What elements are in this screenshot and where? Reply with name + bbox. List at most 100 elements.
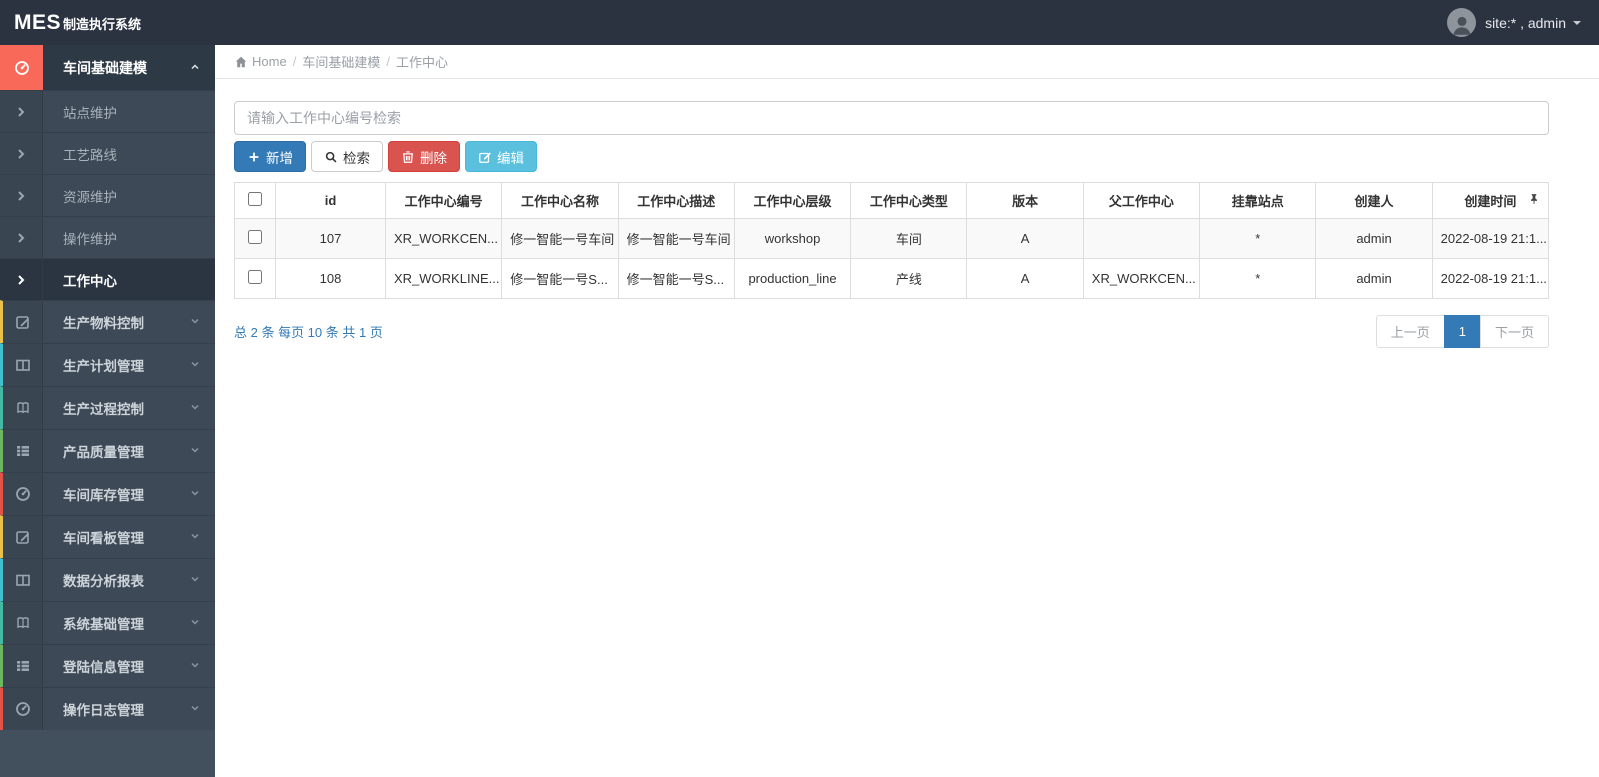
cell-parent: XR_WORKCEN...: [1082, 258, 1201, 299]
cell-name: 修一智能一号车间: [501, 218, 619, 259]
avatar: [1447, 8, 1477, 37]
cell-type: 车间: [850, 218, 968, 259]
sidebar-item-resource-maintenance[interactable]: 资源维护: [0, 174, 215, 216]
sidebar-section-kanban-management[interactable]: 车间看板管理: [0, 515, 215, 558]
chevron-down-icon: [189, 487, 201, 502]
column-header-creator[interactable]: 创建人: [1315, 182, 1433, 219]
sidebar-section-workshop-modeling[interactable]: 车间基础建模: [0, 45, 215, 90]
row-checkbox[interactable]: [248, 270, 262, 284]
cell-id: 107: [275, 218, 386, 259]
chevron-right-icon: [0, 217, 43, 258]
search-input[interactable]: [234, 101, 1549, 135]
chevron-down-icon: [189, 530, 201, 545]
sidebar-section-system-management[interactable]: 系统基础管理: [0, 601, 215, 644]
cell-parent: [1082, 218, 1201, 259]
chevron-right-icon: [0, 133, 43, 174]
add-button[interactable]: 新增: [234, 141, 306, 172]
table-row[interactable]: 108 XR_WORKLINE... 修一智能一号S... 修一智能一号S...…: [234, 258, 1550, 299]
sidebar-section-data-analysis[interactable]: 数据分析报表: [0, 558, 215, 601]
pagination: 上一页 1 下一页: [1375, 315, 1549, 348]
chevron-right-icon: [0, 175, 43, 216]
next-page-button[interactable]: 下一页: [1479, 315, 1549, 348]
sidebar-item-process-route[interactable]: 工艺路线: [0, 132, 215, 174]
sidebar-section-label: 车间基础建模: [63, 59, 147, 76]
sidebar-item-operation-maintenance[interactable]: 操作维护: [0, 216, 215, 258]
chevron-down-icon: [189, 702, 201, 717]
main-content: Home / 车间基础建模 / 工作中心 新增 检索 删除 编辑 id: [215, 45, 1599, 777]
column-header-level[interactable]: 工作中心层级: [733, 182, 852, 219]
delete-button[interactable]: 删除: [388, 141, 460, 172]
edit-button[interactable]: 编辑: [465, 141, 537, 172]
column-header-description[interactable]: 工作中心描述: [617, 182, 735, 219]
column-header-code[interactable]: 工作中心编号: [384, 182, 503, 219]
breadcrumb-separator: /: [386, 54, 390, 69]
breadcrumb-home[interactable]: Home: [252, 54, 287, 69]
sidebar-item-label: 工艺路线: [63, 147, 117, 163]
sidebar-item-work-center[interactable]: 工作中心: [0, 258, 215, 300]
logo-secondary: 制造执行系统: [63, 16, 142, 32]
book-icon: [3, 387, 43, 429]
column-header-version[interactable]: 版本: [966, 182, 1084, 219]
sidebar-section-inventory-management[interactable]: 车间库存管理: [0, 472, 215, 515]
chevron-down-icon: [189, 616, 201, 631]
column-header-name[interactable]: 工作中心名称: [501, 182, 619, 219]
app-logo: MES 制造执行系统: [14, 11, 141, 35]
cell-code: XR_WORKCEN...: [384, 218, 503, 259]
cell-code: XR_WORKLINE...: [384, 258, 503, 299]
pencil-square-icon: [3, 301, 43, 343]
breadcrumb: Home / 车间基础建模 / 工作中心: [215, 45, 1599, 79]
trash-icon: [401, 150, 415, 164]
top-navbar: MES 制造执行系统 site:* , admin: [0, 0, 1599, 45]
sidebar-section-label: 操作日志管理: [63, 703, 144, 718]
column-header-parent[interactable]: 父工作中心: [1082, 182, 1201, 219]
page-1-button[interactable]: 1: [1443, 315, 1481, 348]
row-checkbox[interactable]: [248, 230, 262, 244]
sidebar-section-process-control[interactable]: 生产过程控制: [0, 386, 215, 429]
gauge-icon: [3, 473, 43, 515]
sidebar-section-label: 生产物料控制: [63, 316, 144, 331]
sidebar-section-label: 生产计划管理: [63, 359, 144, 374]
sidebar-section-login-info[interactable]: 登陆信息管理: [0, 644, 215, 687]
chevron-up-icon: [189, 60, 201, 76]
breadcrumb-section[interactable]: 车间基础建模: [302, 52, 380, 71]
breadcrumb-separator: /: [292, 54, 297, 69]
sidebar-section-quality-management[interactable]: 产品质量管理: [0, 429, 215, 472]
columns-icon: [3, 559, 43, 601]
cell-name: 修一智能一号S...: [501, 258, 619, 299]
prev-page-button[interactable]: 上一页: [1375, 315, 1445, 348]
user-menu[interactable]: site:* , admin: [1447, 8, 1581, 37]
sidebar-section-material-control[interactable]: 生产物料控制: [0, 300, 215, 343]
sidebar-section-operation-log[interactable]: 操作日志管理: [0, 687, 215, 730]
sidebar-item-label: 资源维护: [63, 189, 117, 205]
cell-level: production_line: [733, 258, 852, 299]
cell-type: 产线: [850, 258, 968, 299]
sidebar-item-label: 操作维护: [63, 231, 117, 247]
cell-creator: admin: [1315, 218, 1433, 259]
person-icon: [1450, 13, 1474, 37]
table-header-row: id 工作中心编号 工作中心名称 工作中心描述 工作中心层级 工作中心类型 版本…: [234, 182, 1550, 219]
column-header-id[interactable]: id: [275, 182, 386, 219]
pin-icon[interactable]: [1528, 192, 1540, 209]
breadcrumb-current: 工作中心: [395, 55, 448, 70]
cell-id: 108: [275, 258, 386, 299]
select-all-checkbox[interactable]: [248, 192, 262, 206]
sidebar-section-label: 产品质量管理: [63, 445, 144, 460]
chevron-down-icon: [189, 659, 201, 674]
table-row[interactable]: 107 XR_WORKCEN... 修一智能一号车间 修一智能一号车间 work…: [234, 218, 1550, 259]
column-header-station[interactable]: 挂靠站点: [1199, 182, 1317, 219]
book-icon: [3, 602, 43, 644]
gauge-icon: [0, 45, 43, 90]
column-header-type[interactable]: 工作中心类型: [850, 182, 968, 219]
sidebar-item-label: 站点维护: [63, 105, 117, 121]
logo-primary: MES: [14, 10, 62, 34]
user-label: site:* , admin: [1485, 14, 1566, 31]
chevron-down-icon: [189, 315, 201, 330]
columns-icon: [3, 344, 43, 386]
cell-description: 修一智能一号车间: [617, 218, 735, 259]
column-header-created-time[interactable]: 创建时间: [1431, 182, 1550, 219]
sidebar: 车间基础建模 站点维护 工艺路线 资源维护 操作维护 工作中心 生产物料控制 生…: [0, 45, 215, 777]
sidebar-section-plan-management[interactable]: 生产计划管理: [0, 343, 215, 386]
sidebar-item-station-maintenance[interactable]: 站点维护: [0, 90, 215, 132]
cell-level: workshop: [733, 218, 852, 259]
search-button[interactable]: 检索: [311, 141, 383, 172]
